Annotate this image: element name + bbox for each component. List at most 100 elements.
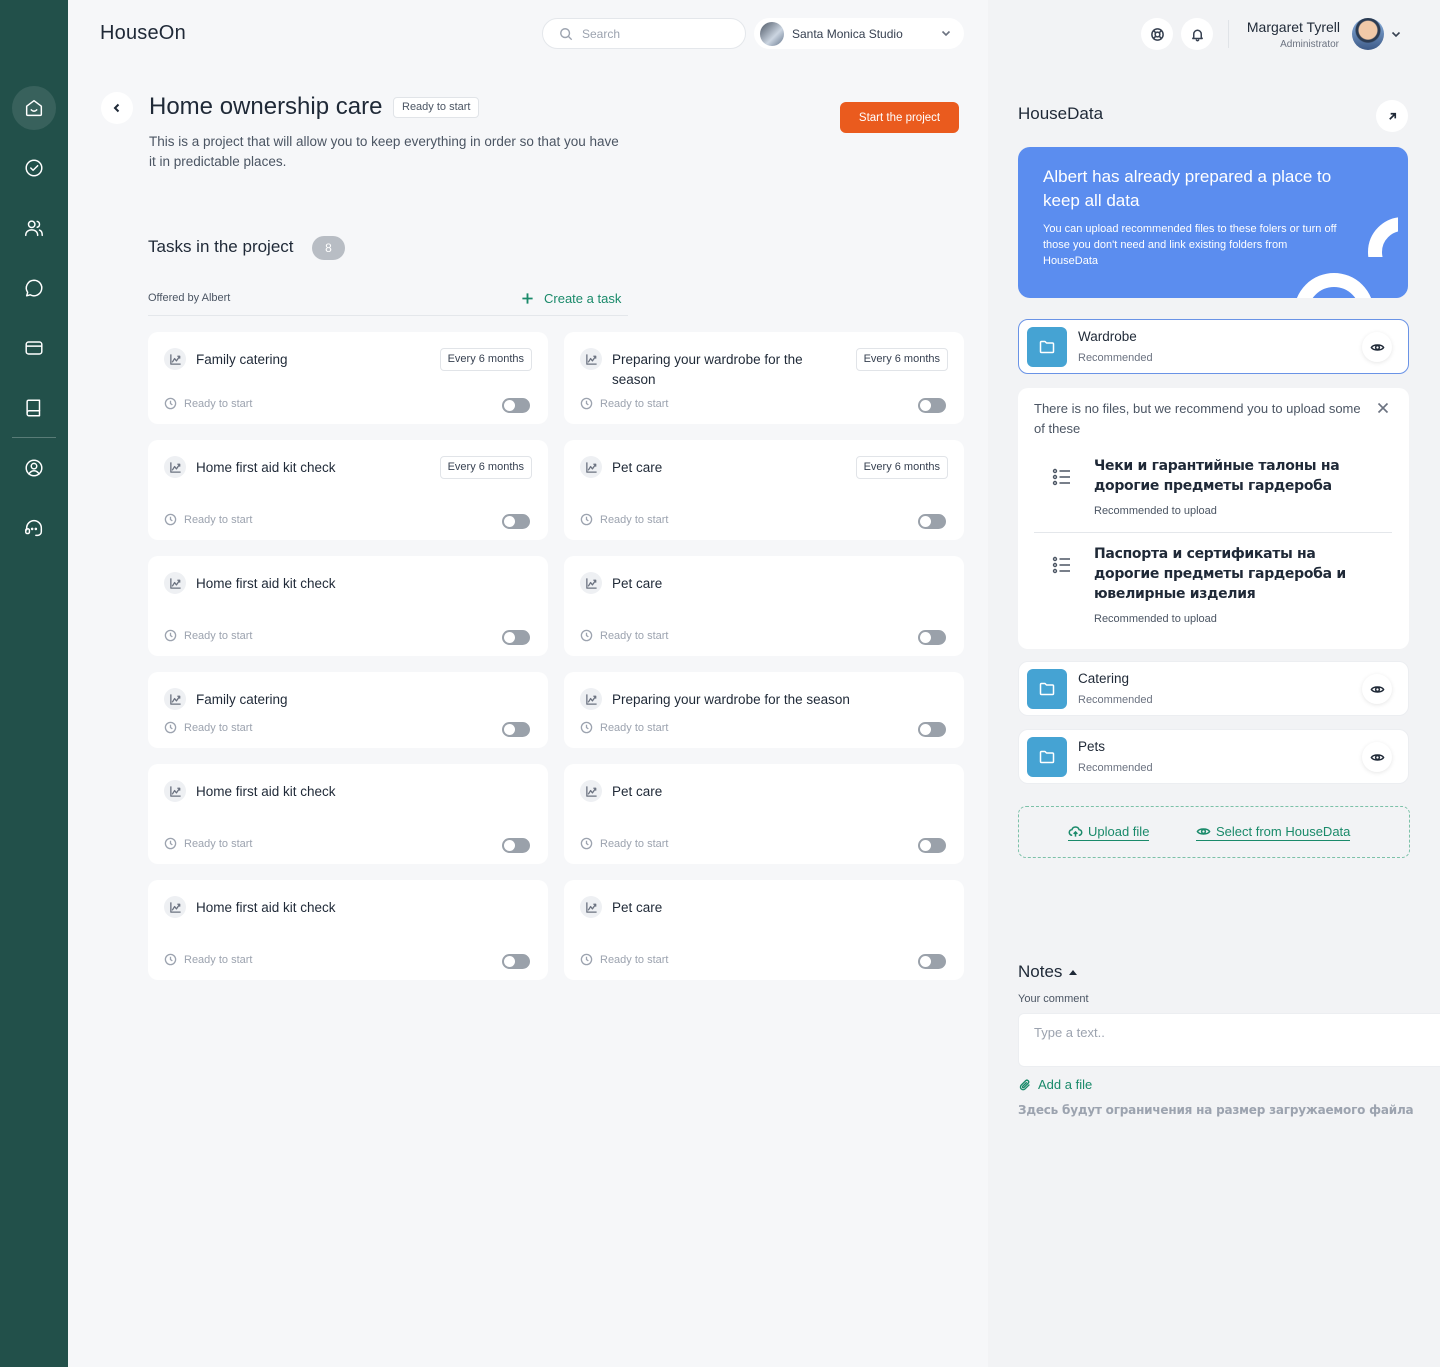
recommendation-divider [1034,532,1392,533]
add-file-button[interactable]: Add a file [1018,1077,1092,1092]
search-box[interactable] [542,18,746,49]
file-size-note: Здесь будут ограничения на размер загруж… [1018,1103,1414,1117]
task-name: Family catering [196,692,288,707]
task-card[interactable]: Pet care Every 6 months Ready to start [564,440,964,540]
comment-input[interactable] [1034,1025,1424,1055]
task-status-label: Ready to start [600,397,669,410]
user-name[interactable]: Margaret Tyrell [1247,19,1340,35]
task-card[interactable]: Home first aid kit check Every 6 months Re… [148,440,548,540]
notifications-button[interactable] [1181,18,1213,50]
task-status: Ready to start [164,953,252,966]
sidebar-item-home[interactable] [12,86,56,130]
task-toggle[interactable] [918,630,946,645]
task-card[interactable]: Preparing your wardrobe for the season Ev… [564,332,964,424]
sidebar-item-support[interactable] [12,506,56,550]
offered-by-filter[interactable]: Offered by Albert [148,292,230,304]
task-status: Ready to start [580,397,668,410]
sidebar-item-profile[interactable] [12,446,56,490]
task-card[interactable]: Pet care Ready to start [564,556,964,656]
help-button[interactable] [1141,18,1173,50]
task-card[interactable]: Preparing your wardrobe for the season Re… [564,672,964,748]
task-toggle[interactable] [918,838,946,853]
upload-file-link[interactable]: Upload file [1068,824,1150,841]
sidebar-item-users[interactable] [12,206,56,250]
task-chart-icon [164,456,186,478]
chevron-left-icon [113,103,120,113]
eye-icon [1196,828,1211,835]
task-chart-icon [164,896,186,918]
project-description: This is a project that will allow you to… [149,134,619,169]
task-status: Ready to start [580,721,668,734]
card-icon [25,341,43,355]
task-toggle[interactable] [502,838,530,853]
sidebar-item-tasks[interactable] [12,146,56,190]
eye-icon [1370,343,1384,351]
folder-catering[interactable]: Catering Recommended [1018,661,1409,716]
housedata-expand-button[interactable] [1376,100,1408,132]
task-toggle[interactable] [918,954,946,969]
select-from-housedata-label: Select from HouseData [1216,824,1351,839]
task-card[interactable]: Pet care Ready to start [564,880,964,980]
task-status-label: Ready to start [184,513,253,526]
avatar[interactable] [1352,18,1384,50]
task-name: Pet care [612,460,663,475]
select-from-housedata-link[interactable]: Select from HouseData [1196,824,1351,841]
create-task-button[interactable]: Create a task [521,291,621,306]
chat-icon [25,279,43,297]
task-card[interactable]: Family catering Ready to start [148,672,548,748]
back-button[interactable] [101,92,133,124]
paperclip-icon [1019,1079,1030,1090]
start-project-button[interactable]: Start the project [840,102,959,133]
eye-icon [1370,753,1384,761]
task-card[interactable]: Home first aid kit check Ready to start [148,764,548,864]
task-status: Ready to start [164,397,252,410]
task-status-label: Ready to start [600,837,669,850]
workspace-selector[interactable]: Santa Monica Studio [754,18,964,49]
folder-pets[interactable]: Pets Recommended [1018,729,1409,784]
task-toggle[interactable] [918,398,946,413]
task-chart-icon [164,688,186,710]
workspace-name: Santa Monica Studio [792,26,903,41]
comment-box[interactable] [1018,1013,1440,1067]
task-chart-icon [164,572,186,594]
promo-banner: Albert has already prepared a place to k… [1018,147,1408,298]
search-input[interactable] [582,26,732,41]
notes-toggle[interactable]: Notes [1018,962,1078,982]
folder-wardrobe[interactable]: Wardrobe Recommended [1018,319,1409,374]
list-icon [1042,457,1082,497]
sidebar-item-chat[interactable] [12,266,56,310]
task-toggle[interactable] [502,630,530,645]
close-icon[interactable] [1377,402,1389,414]
recommendation-subtitle: Recommended to upload [1094,613,1217,625]
user-role: Administrator [1280,39,1339,50]
task-name: Preparing your wardrobe for the season [612,692,850,707]
task-card[interactable]: Home first aid kit check Ready to start [148,556,548,656]
task-card[interactable]: Home first aid kit check Ready to start [148,880,548,980]
task-card[interactable]: Family catering Every 6 months Ready to st… [148,332,548,424]
sidebar-item-library[interactable] [12,386,56,430]
sidebar-item-payments[interactable] [12,326,56,370]
task-status: Ready to start [580,513,668,526]
task-name: Pet care [612,900,663,915]
task-toggle[interactable] [918,722,946,737]
task-chart-icon [580,456,602,478]
folder-icon [1027,327,1067,367]
task-card[interactable]: Pet care Ready to start [564,764,964,864]
visibility-toggle[interactable] [1362,674,1392,704]
tasks-title: Tasks in the project [148,237,294,256]
visibility-toggle[interactable] [1362,332,1392,362]
task-toggle[interactable] [918,514,946,529]
task-toggle[interactable] [502,954,530,969]
task-toggle[interactable] [502,398,530,413]
clock-icon [580,721,593,734]
task-toggle[interactable] [502,514,530,529]
visibility-toggle[interactable] [1362,742,1392,772]
chevron-down-icon[interactable] [1390,28,1402,40]
page-title: Home ownership care [149,93,383,120]
task-status-label: Ready to start [600,953,669,966]
task-status-label: Ready to start [600,629,669,642]
task-status: Ready to start [580,629,668,642]
brand-logo[interactable]: HouseOn [100,22,186,45]
upload-dropzone[interactable]: Upload file Select from HouseData [1018,806,1410,858]
task-toggle[interactable] [502,722,530,737]
